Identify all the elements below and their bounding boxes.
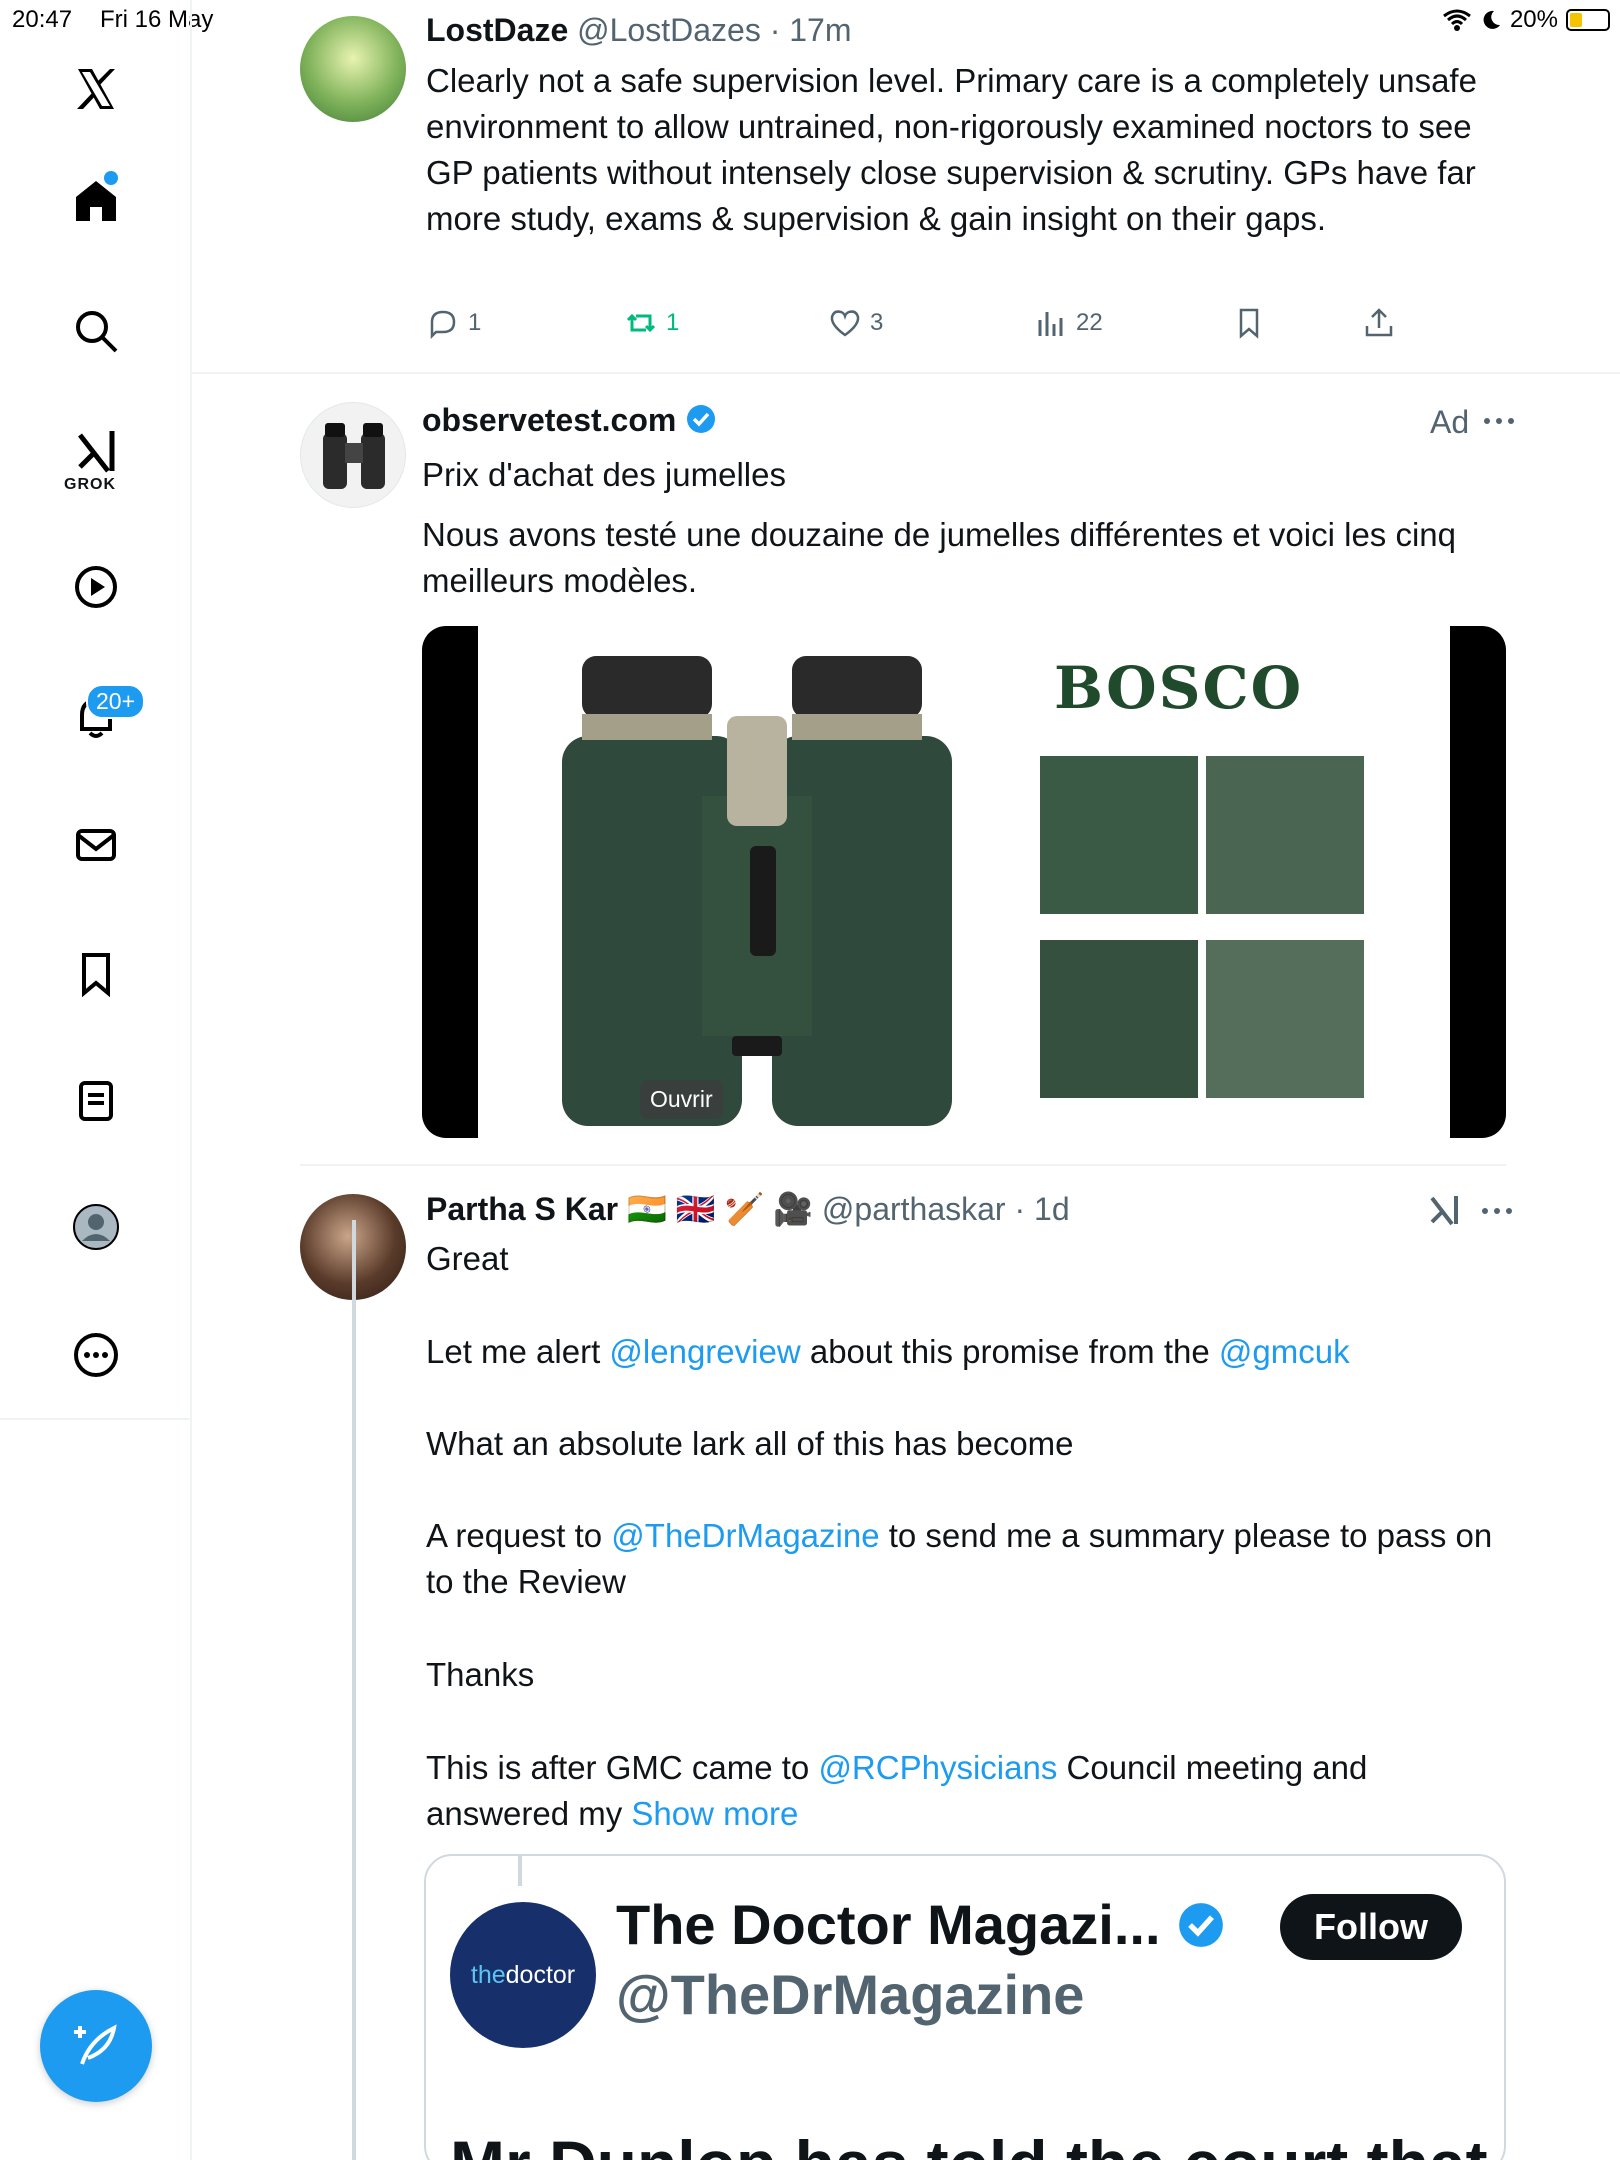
thedoctor-logo[interactable]: the doctor (450, 1902, 596, 2048)
detail-thumb-3 (1040, 940, 1198, 1098)
tweet1-repost-button[interactable]: 1 (624, 306, 679, 340)
tweet1-text: Clearly not a safe supervision level. Pr… (426, 62, 1477, 237)
sidebar: GROK 20+ (0, 0, 192, 2160)
heart-icon (830, 310, 860, 337)
grok-label: GROK (64, 476, 116, 493)
tweet1-like-count: 3 (870, 309, 884, 336)
x-logo-icon[interactable] (55, 48, 137, 130)
quoted-content-card[interactable]: the doctor The Doctor Magazi... @TheDrMag… (424, 1854, 1506, 2160)
home-notification-dot (104, 171, 118, 185)
detail-thumb-2 (1206, 756, 1364, 914)
ad-advertiser-name[interactable]: observetest.com (422, 402, 676, 438)
tweet1-views-button[interactable]: 22 (1034, 306, 1103, 340)
logo-text-doctor: doctor (505, 1960, 576, 1989)
ad-brand-logo: BOSCO (1054, 654, 1304, 722)
home-icon[interactable] (55, 160, 137, 242)
tweet2-author-emojis: 🇮🇳 🇬🇧 🏏 🎥 (626, 1191, 814, 1227)
media-right-bar (1450, 626, 1506, 1138)
verified-badge-icon (687, 405, 716, 433)
repost-icon (626, 313, 656, 333)
mention-gmcuk[interactable]: @gmcuk (1219, 1333, 1350, 1370)
verified-badge-icon (1179, 1903, 1223, 1947)
tweet1-repost-count: 1 (666, 309, 680, 336)
tweet2-paragraph-5: Thanks (426, 1656, 535, 1693)
thread-connector-line (352, 1220, 356, 2160)
search-icon[interactable] (55, 290, 137, 372)
p2-text-b: about this promise from the (800, 1333, 1219, 1370)
reply-icon (430, 310, 456, 340)
ad-open-button[interactable]: Ouvrir (640, 1080, 723, 1119)
quoted-headline: Mr Dunlop has told the court that (450, 2126, 1488, 2160)
tweet2-paragraph-3: What an absolute lark all of this has be… (426, 1425, 1074, 1462)
share-icon (1365, 308, 1393, 337)
lostdaze-avatar[interactable] (300, 16, 406, 122)
quoted-account-name[interactable]: The Doctor Magazi... (616, 1893, 1161, 1956)
profile-avatar-icon[interactable] (55, 1186, 137, 1268)
ad-label: Ad (1430, 404, 1470, 440)
tweet2-paragraph-4: A request to @TheDrMagazine to send me a… (426, 1513, 1516, 1605)
tweet2-handle[interactable]: @parthaskar (822, 1191, 1006, 1227)
p2-text-a: Let me alert (426, 1333, 610, 1370)
media-left-bar (422, 626, 478, 1138)
more-circle-icon[interactable] (55, 1314, 137, 1396)
follow-button[interactable]: Follow (1280, 1894, 1462, 1960)
compose-post-button[interactable] (40, 1990, 152, 2102)
ad-media-image[interactable]: BOSCO (422, 626, 1506, 1138)
tweet-divider (192, 372, 1620, 374)
timeline-feed: LostDaze @LostDazes · 17m Clearly not a … (192, 0, 1620, 2160)
detail-thumb-1 (1040, 756, 1198, 914)
feather-plus-icon (74, 2024, 117, 2065)
ad-more-options-icon[interactable] (1482, 414, 1516, 428)
tweet1-like-button[interactable]: 3 (828, 306, 883, 340)
bookmark-icon (1239, 308, 1259, 339)
tweet2-paragraph-2: Let me alert @lengreview about this prom… (426, 1329, 1516, 1375)
ad-text: Nous avons testé une douzaine de jumelle… (422, 516, 1457, 599)
p4-text-a: A request to (426, 1517, 612, 1554)
ad-title: Prix d'achat des jumelles (422, 456, 786, 493)
tweet2-paragraph-1: Great (426, 1240, 509, 1277)
quoted-account-handle[interactable]: @TheDrMagazine (616, 1962, 1084, 2027)
ad-divider (300, 1164, 1506, 1166)
tweet2-header: Partha S Kar 🇮🇳 🇬🇧 🏏 🎥 @parthaskar · 1d (426, 1190, 1070, 1228)
tweet1-share-button[interactable] (1362, 306, 1396, 340)
tweet2-author-name[interactable]: Partha S Kar (426, 1191, 618, 1227)
video-play-icon[interactable] (55, 546, 137, 628)
quote-connector (518, 1856, 522, 1886)
ad-header: observetest.com (422, 402, 717, 439)
show-more-link[interactable]: Show more (631, 1795, 798, 1832)
binoculars-thumbnail-icon (323, 423, 385, 489)
messages-mail-icon[interactable] (55, 804, 137, 886)
logo-text-the: the (470, 1960, 506, 1989)
observetest-avatar[interactable] (300, 402, 406, 508)
tweet1-view-count: 22 (1076, 309, 1103, 336)
analytics-bars-icon (1038, 312, 1063, 336)
quoted-account-name-row: The Doctor Magazi... (616, 1892, 1226, 1957)
p6-text-a: This is after GMC came to (426, 1749, 819, 1786)
binoculars-product-image (562, 656, 952, 1126)
lists-icon[interactable] (55, 1060, 137, 1142)
mention-thedrmagazine[interactable]: @TheDrMagazine (611, 1517, 879, 1554)
mention-rcphysicians[interactable]: @RCPhysicians (818, 1749, 1057, 1786)
tweet2-more-options-icon[interactable] (1480, 1204, 1514, 1218)
tweet1-reply-button[interactable]: 1 (426, 306, 481, 340)
bookmarks-icon[interactable] (55, 932, 137, 1014)
tweet1-author-name[interactable]: LostDaze (426, 12, 568, 48)
grok-explain-icon[interactable] (1426, 1192, 1462, 1228)
detail-thumb-4 (1206, 940, 1364, 1098)
tweet1-bookmark-button[interactable] (1232, 306, 1266, 340)
tweet1-header: LostDaze @LostDazes · 17m (426, 12, 852, 49)
notifications-badge: 20+ (86, 684, 146, 719)
tweet2-paragraph-6: This is after GMC came to @RCPhysicians … (426, 1745, 1516, 1837)
tweet1-handle[interactable]: @LostDazes (577, 12, 761, 48)
tweet2-time[interactable]: · 1d (1014, 1191, 1069, 1227)
mention-lengreview[interactable]: @lengreview (609, 1333, 800, 1370)
tweet1-reply-count: 1 (468, 309, 482, 336)
tweet1-time[interactable]: · 17m (770, 12, 852, 48)
sidebar-divider (0, 1418, 192, 1420)
